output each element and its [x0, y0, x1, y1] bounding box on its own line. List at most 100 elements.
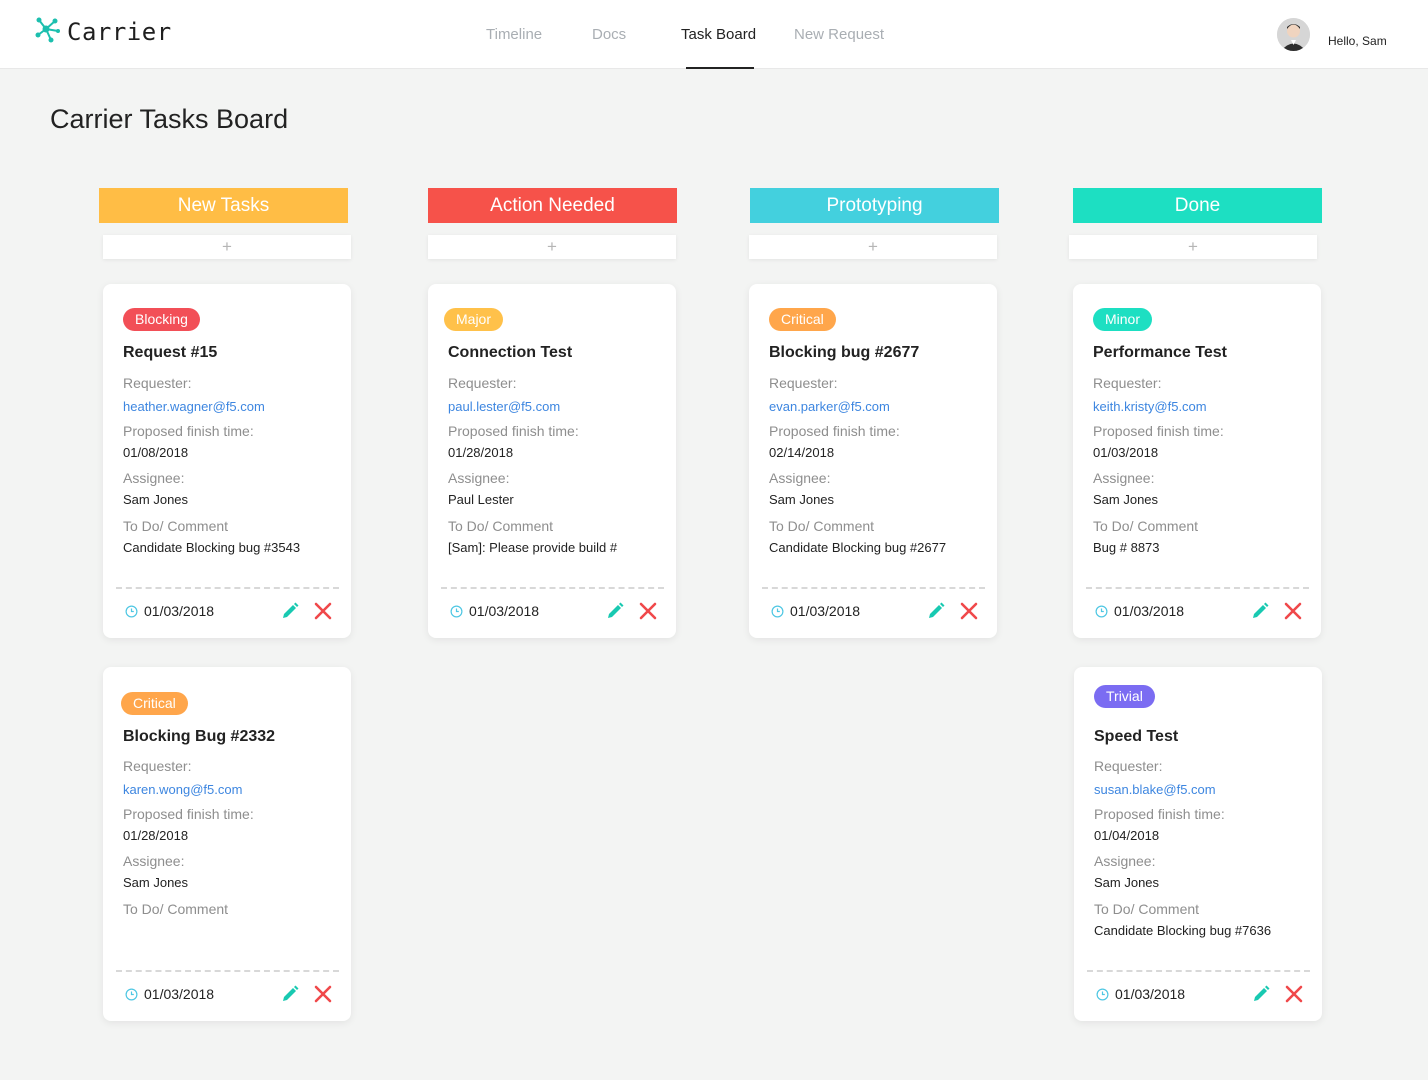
edit-icon[interactable] [280, 601, 300, 621]
requester-label: Requester: [448, 375, 517, 391]
active-tab-indicator [686, 67, 754, 69]
comment-label: To Do/ Comment [1093, 518, 1199, 534]
requester-email-link[interactable]: karen.wong@f5.com [123, 782, 242, 797]
nav-timeline[interactable]: Timeline [486, 26, 542, 43]
avatar[interactable] [1277, 18, 1310, 51]
add-task-button-done[interactable]: + [1069, 235, 1317, 259]
clock-icon [125, 605, 138, 617]
delete-icon[interactable] [959, 601, 979, 621]
priority-badge: Trivial [1094, 685, 1155, 708]
edit-icon[interactable] [926, 601, 946, 621]
task-title: Request #15 [123, 344, 218, 361]
task-title: Connection Test [448, 344, 573, 361]
app-logo[interactable]: Carrier [33, 16, 172, 48]
edit-icon[interactable] [1251, 984, 1271, 1004]
clock-icon [450, 605, 463, 617]
card-date-value: 01/03/2018 [144, 603, 215, 619]
card-divider [1086, 587, 1309, 589]
clock-icon [1095, 605, 1108, 617]
task-card[interactable]: Critical Blocking Bug #2332 Requester: k… [103, 667, 351, 1021]
assignee-value: Sam Jones [123, 875, 189, 890]
requester-email-link[interactable]: keith.kristy@f5.com [1093, 399, 1207, 414]
priority-badge: Blocking [123, 308, 200, 331]
finish-time-value: 01/28/2018 [123, 828, 189, 843]
requester-email-link[interactable]: heather.wagner@f5.com [123, 399, 265, 414]
delete-icon[interactable] [1283, 601, 1303, 621]
card-date: 01/03/2018 [771, 603, 860, 619]
edit-icon[interactable] [605, 601, 625, 621]
edit-icon[interactable] [280, 984, 300, 1004]
add-task-button-new-tasks[interactable]: + [103, 235, 351, 259]
user-greeting: Hello, Sam [1328, 34, 1387, 48]
task-card[interactable]: Blocking Request #15 Requester: heather.… [103, 284, 351, 638]
nav-docs[interactable]: Docs [592, 26, 626, 43]
card-divider [116, 587, 339, 589]
task-card[interactable]: Trivial Speed Test Requester: susan.blak… [1074, 667, 1322, 1021]
column-header-action-needed: Action Needed [428, 188, 677, 223]
assignee-value: Sam Jones [1093, 492, 1159, 507]
delete-icon[interactable] [313, 984, 333, 1004]
carrier-logo-icon [33, 15, 61, 50]
finish-time-label: Proposed finish time: [123, 423, 254, 439]
comment-value: Candidate Blocking bug #2677 [769, 540, 947, 555]
card-date-value: 01/03/2018 [790, 603, 861, 619]
card-date: 01/03/2018 [450, 603, 539, 619]
task-title: Blocking Bug #2332 [123, 728, 276, 745]
comment-label: To Do/ Comment [123, 518, 229, 534]
requester-email-link[interactable]: susan.blake@f5.com [1094, 782, 1216, 797]
requester-label: Requester: [1094, 758, 1163, 774]
delete-icon[interactable] [1284, 984, 1304, 1004]
requester-label: Requester: [123, 375, 192, 391]
finish-time-label: Proposed finish time: [123, 806, 254, 822]
requester-label: Requester: [123, 758, 192, 774]
column-header-new-tasks: New Tasks [99, 188, 348, 223]
comment-label: To Do/ Comment [123, 901, 229, 917]
task-title: Performance Test [1093, 344, 1227, 361]
add-task-button-prototyping[interactable]: + [749, 235, 997, 259]
comment-value: Candidate Blocking bug #7636 [1094, 923, 1272, 938]
add-task-button-action-needed[interactable]: + [428, 235, 676, 259]
priority-badge: Major [444, 308, 504, 331]
comment-label: To Do/ Comment [448, 518, 554, 534]
assignee-value: Paul Lester [448, 492, 514, 507]
clock-icon [125, 988, 138, 1000]
page-title: Carrier Tasks Board [50, 104, 289, 134]
assignee-value: Sam Jones [123, 492, 189, 507]
assignee-label: Assignee: [1093, 470, 1155, 486]
delete-icon[interactable] [313, 601, 333, 621]
priority-badge: Critical [769, 308, 836, 331]
app-name: Carrier [67, 18, 172, 46]
priority-badge: Minor [1093, 308, 1153, 331]
finish-time-label: Proposed finish time: [1093, 423, 1224, 439]
card-date: 01/03/2018 [1095, 603, 1184, 619]
requester-label: Requester: [1093, 375, 1162, 391]
card-date-value: 01/03/2018 [144, 986, 215, 1002]
top-navigation-bar: Carrier Timeline Docs Task Board New Req… [0, 0, 1428, 69]
requester-email-link[interactable]: evan.parker@f5.com [769, 399, 890, 414]
card-divider [1087, 970, 1310, 972]
finish-time-label: Proposed finish time: [448, 423, 579, 439]
delete-icon[interactable] [638, 601, 658, 621]
task-card[interactable]: Minor Performance Test Requester: keith.… [1073, 284, 1321, 638]
task-title: Speed Test [1094, 728, 1179, 745]
comment-value: Candidate Blocking bug #3543 [123, 540, 301, 555]
clock-icon [771, 605, 784, 617]
finish-time-value: 01/03/2018 [1093, 445, 1159, 460]
card-date: 01/03/2018 [125, 986, 214, 1002]
nav-task-board[interactable]: Task Board [681, 26, 756, 43]
card-date-value: 01/03/2018 [1114, 603, 1185, 619]
card-date-value: 01/03/2018 [469, 603, 540, 619]
assignee-label: Assignee: [1094, 853, 1156, 869]
task-card[interactable]: Critical Blocking bug #2677 Requester: e… [749, 284, 997, 638]
edit-icon[interactable] [1250, 601, 1270, 621]
comment-value: [Sam]: Please provide build # [448, 540, 618, 555]
task-card[interactable]: Major Connection Test Requester: paul.le… [428, 284, 676, 638]
nav-new-request[interactable]: New Request [794, 26, 884, 43]
column-header-done: Done [1073, 188, 1322, 223]
comment-label: To Do/ Comment [769, 518, 875, 534]
priority-badge: Critical [121, 692, 188, 715]
assignee-label: Assignee: [123, 853, 185, 869]
finish-time-value: 02/14/2018 [769, 445, 835, 460]
requester-email-link[interactable]: paul.lester@f5.com [448, 399, 560, 414]
card-date: 01/03/2018 [1096, 986, 1185, 1002]
